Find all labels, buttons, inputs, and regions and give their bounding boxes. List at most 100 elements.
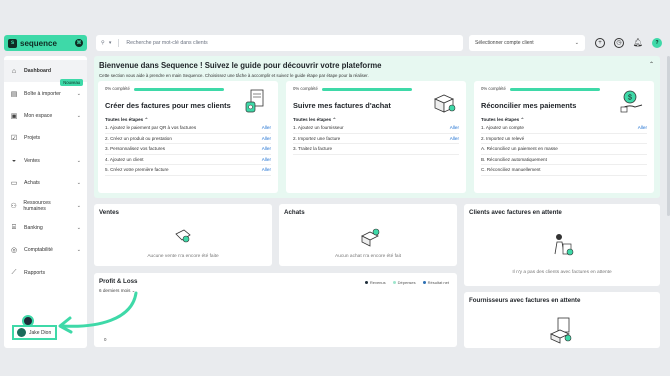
- step-text: 1. Ajoutez un compte: [481, 125, 524, 131]
- step-text: 3. Traitez la facture: [293, 146, 333, 152]
- guide-card-invoices: 0% complété Créer des factures pour mes …: [98, 81, 278, 193]
- panel-title: Achats: [284, 209, 305, 216]
- search-scope-chevron-icon[interactable]: ▾: [109, 40, 112, 46]
- step-text: 2. Importez une facture: [293, 135, 341, 141]
- chevron-down-icon: ⌄: [76, 90, 81, 97]
- supplier-illustration-icon: [550, 317, 572, 344]
- clients-waiting-panel: Clients avec factures en attente Il n'y …: [464, 204, 660, 286]
- people-icon: ⚇: [10, 202, 17, 210]
- progress-bar: [510, 88, 600, 91]
- step-go-link[interactable]: Aller: [262, 146, 271, 151]
- panel-title: Clients avec factures en attente: [469, 209, 562, 216]
- client-illustration-icon: [554, 234, 574, 256]
- app-logo[interactable]: s sequence ⌘: [4, 35, 87, 51]
- step-go-link[interactable]: Aller: [262, 167, 271, 172]
- sidebar-item-achats[interactable]: ▭ Achats ⌄: [4, 172, 87, 194]
- sidebar-item-projets[interactable]: ☑ Projets: [4, 127, 87, 149]
- user-avatar: [17, 328, 26, 337]
- avatar[interactable]: ?: [652, 38, 662, 48]
- step-go-link[interactable]: Aller: [262, 136, 271, 141]
- steps-header-label: Toutes les étapes: [481, 117, 520, 122]
- step-go-link[interactable]: Aller: [262, 125, 271, 130]
- collapse-chevron-icon[interactable]: ⌃: [649, 61, 654, 68]
- guide-step: 2. Importez une facture Aller: [293, 134, 459, 144]
- step-text: 5. Créez votre première facture: [105, 167, 169, 173]
- command-icon[interactable]: ⌘: [75, 39, 83, 47]
- panel-title: Profit & Loss: [99, 278, 138, 285]
- step-text: 1. Ajoutez un fournisseur: [293, 125, 344, 131]
- step-go-link[interactable]: Aller: [262, 157, 271, 162]
- achats-panel: Achats Aucun achat n'a encore été fait: [279, 204, 457, 266]
- progress-bar: [322, 88, 412, 91]
- step-go-link[interactable]: Aller: [638, 125, 647, 130]
- guide-step: B. Réconciliez automatiquement: [481, 155, 647, 165]
- legend-item: Revenus: [364, 280, 386, 285]
- invoice-illustration-icon: [245, 89, 264, 113]
- chevron-down-icon: ⌄: [76, 224, 81, 231]
- sidebar-item-ventes[interactable]: ◒ Ventes ⌄: [4, 150, 87, 172]
- sale-illustration-icon: [175, 229, 191, 243]
- sidebar-item-comptabilite[interactable]: ◎ Comptabilité ⌄: [4, 239, 87, 261]
- step-text: 2. Créez un produit ou prestation: [105, 135, 172, 141]
- guide-step: 1. Ajoutez un compte Aller: [481, 123, 647, 134]
- guide-step: 3. Personnalisez vos factures Aller: [105, 144, 271, 155]
- step-text: 1. Ajoutez le paiement par QR à vos fact…: [105, 125, 197, 131]
- guide-step: 1. Ajoutez un fournisseur Aller: [293, 123, 459, 134]
- help-assistant-icon[interactable]: [22, 315, 34, 327]
- new-badge: Nouveau: [60, 79, 83, 87]
- bag-icon: ◒: [11, 157, 17, 165]
- sidebar-item-label: Ressources humaines: [23, 199, 51, 212]
- search-input[interactable]: Recherche par mot-clé dans clients: [126, 40, 207, 46]
- coins-icon: ◎: [10, 247, 18, 255]
- step-go-link[interactable]: Aller: [450, 125, 459, 130]
- top-bar: s sequence ⌘ ⚲ ▾ Recherche par mot-clé d…: [4, 31, 666, 55]
- guide-title: Bienvenue dans Sequence ! Suivez le guid…: [99, 61, 382, 70]
- sidebar-item-label: Comptabilité: [24, 247, 53, 254]
- legend-label: Résultat net: [427, 280, 449, 285]
- highlight-arrow-icon: [58, 291, 138, 334]
- company-select-value: Sélectionner compte client: [475, 40, 534, 46]
- step-go-link[interactable]: Aller: [450, 136, 459, 141]
- svg-text:$: $: [628, 95, 632, 102]
- empty-message: Aucun achat n'a encore été fait: [335, 254, 401, 259]
- chevron-down-icon: ⌄: [574, 40, 579, 46]
- guide-step: C. Réconciliez manuellement: [481, 165, 647, 176]
- user-menu[interactable]: Jake Dion: [12, 315, 57, 340]
- guide-step: 4. Ajoutez un client Aller: [105, 155, 271, 165]
- empty-message: Il n'y a pas des clients avec factures e…: [512, 270, 612, 275]
- panel-title: Ventes: [99, 209, 119, 216]
- home-icon: ⌂: [11, 67, 17, 75]
- chevron-down-icon: ⌄: [76, 247, 81, 254]
- step-text: C. Réconciliez manuellement: [481, 167, 541, 173]
- bell-icon[interactable]: 🔔︎: [633, 38, 643, 48]
- steps-header-label: Toutes les étapes: [105, 117, 144, 122]
- company-select[interactable]: Sélectionner compte client ⌄: [469, 35, 585, 51]
- guide-subtitle: Cette section vous aide à prendre en mai…: [99, 73, 369, 78]
- sidebar-item-banking[interactable]: ⌸ Banking ⌄: [4, 217, 87, 239]
- package-illustration-icon: [434, 94, 456, 113]
- clock-icon[interactable]: ◷: [614, 38, 624, 48]
- step-text: A. Réconciliez un paiement en masse: [481, 146, 558, 152]
- chart-icon: ⟋: [11, 268, 17, 276]
- search-bar[interactable]: ⚲ ▾ Recherche par mot-clé dans clients: [96, 35, 463, 51]
- legend-item: Résultat net: [422, 280, 449, 285]
- axis-zero-label: 0: [104, 337, 107, 342]
- search-divider: [118, 39, 120, 47]
- sidebar-item-ressources-humaines[interactable]: ⚇ Ressources humaines ⌄: [4, 194, 87, 216]
- check-square-icon: ☑: [10, 135, 18, 143]
- inbox-icon: ▤: [10, 90, 18, 98]
- suppliers-waiting-panel: Fournisseurs avec factures en attente: [464, 292, 660, 348]
- sequence-logo-icon: s: [8, 38, 17, 48]
- plus-circle-icon[interactable]: +: [595, 38, 605, 48]
- panel-title: Fournisseurs avec factures en attente: [469, 297, 581, 304]
- chart-legend: Revenus Dépenses Résultat net: [364, 280, 449, 285]
- bank-icon: ⌸: [11, 223, 17, 231]
- sidebar-item-boite-a-importer[interactable]: Nouveau ▤ Boîte à importer ⌄: [4, 79, 87, 104]
- empty-message: Aucune vente n'a encore été faite: [147, 254, 219, 259]
- guide-step: 2. Créez un produit ou prestation Aller: [105, 134, 271, 144]
- chevron-down-icon: ⌄: [76, 112, 81, 119]
- sidebar-item-mon-espace[interactable]: ▣ Mon espace ⌄: [4, 105, 87, 127]
- chevron-down-icon: ⌄: [76, 157, 81, 164]
- sidebar-item-rapports[interactable]: ⟋ Rapports: [4, 262, 87, 284]
- progress-bar: [134, 88, 224, 91]
